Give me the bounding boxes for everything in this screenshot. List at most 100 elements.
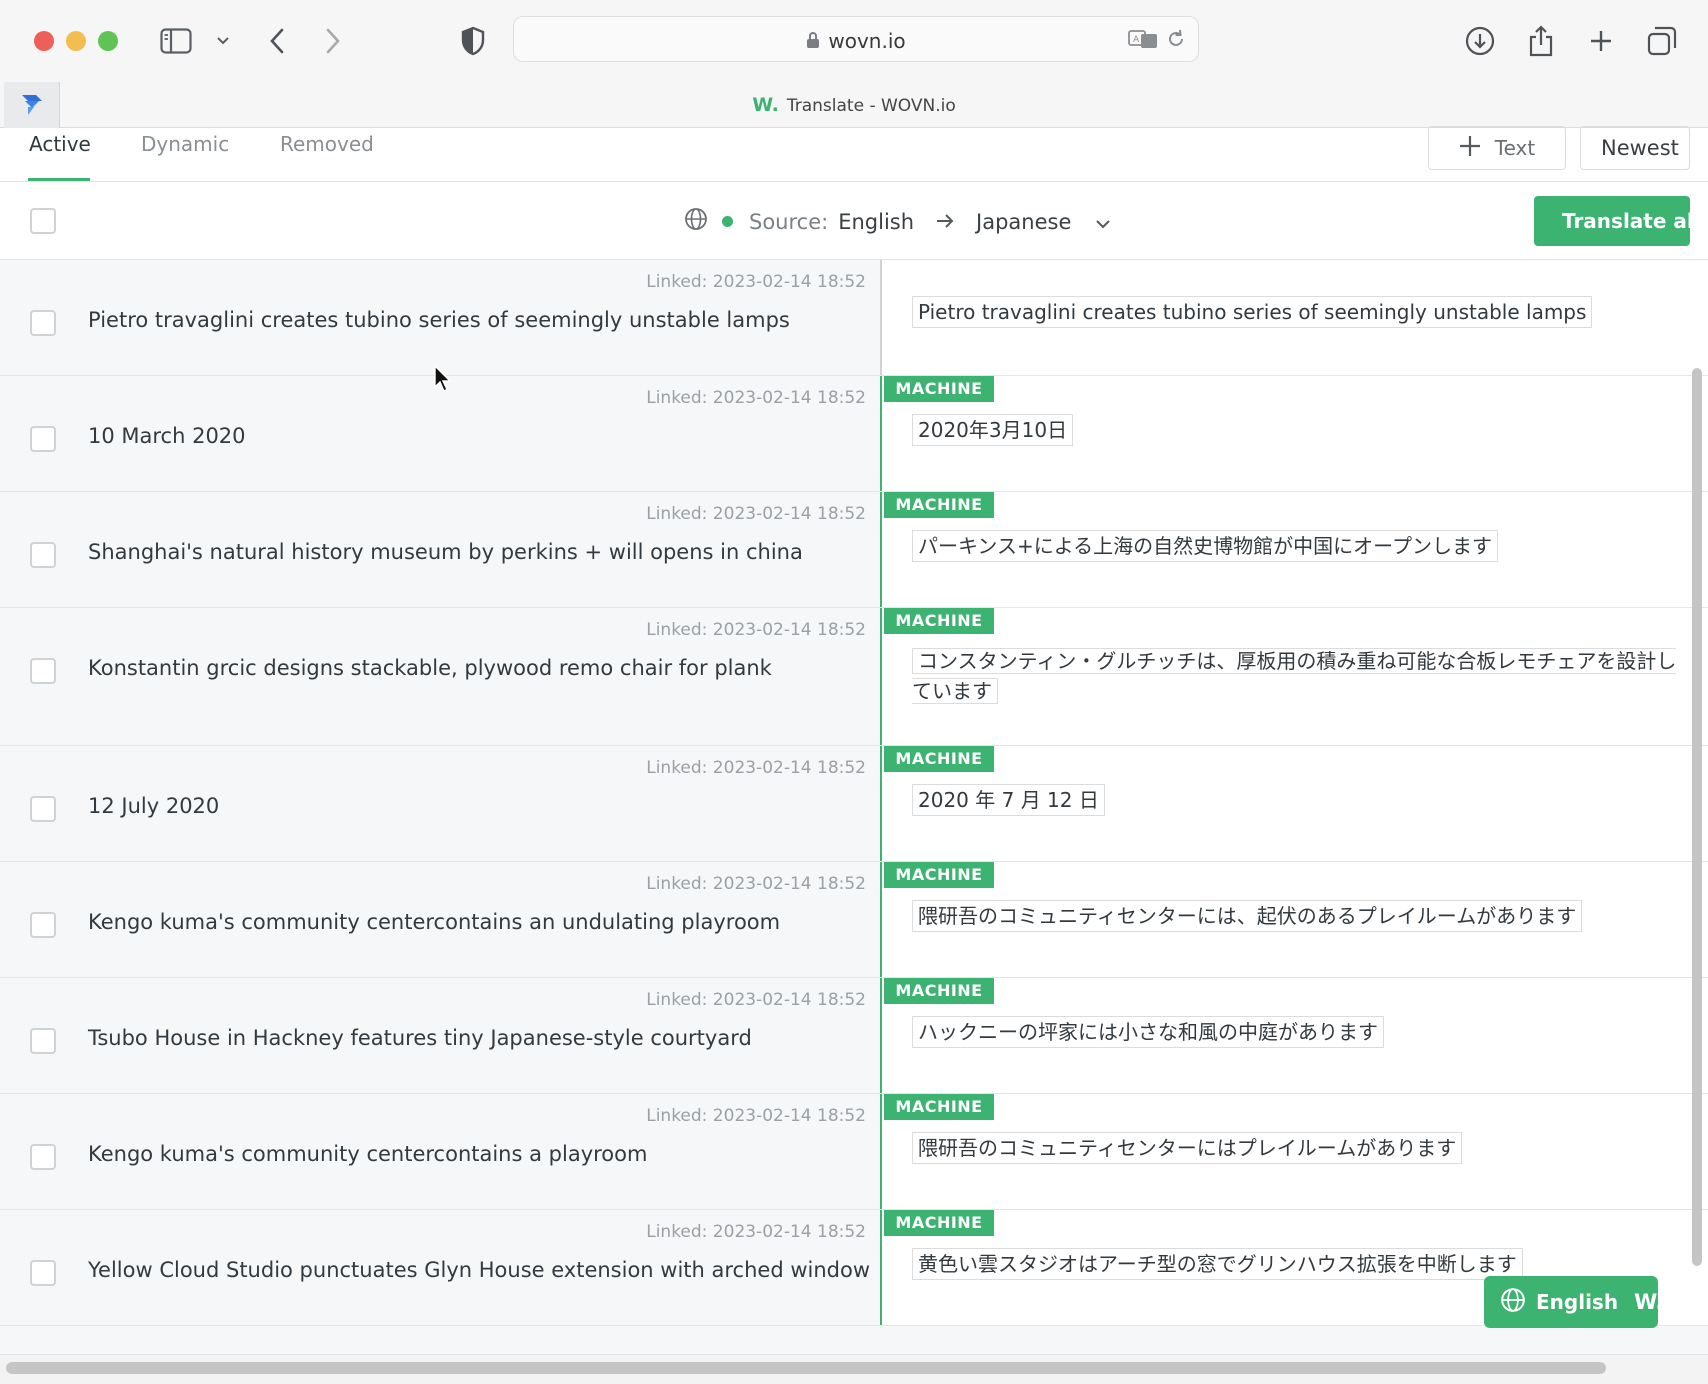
source-cell: Linked: 2023-02-14 18:52 Kengo kuma's co… xyxy=(0,862,882,977)
linked-timestamp: Linked: 2023-02-14 18:52 xyxy=(646,1106,866,1126)
machine-badge: MACHINE xyxy=(884,376,994,402)
translation-cell: MACHINE 隈研吾のコミュニティセンターには、起伏のあるプレイルームがありま… xyxy=(884,862,1690,977)
tab-active[interactable]: Active xyxy=(29,132,91,156)
machine-badge: MACHINE xyxy=(884,862,994,888)
chevron-down-icon xyxy=(1095,210,1111,234)
translation-text[interactable]: 隈研吾のコミュニティセンターには、起伏のあるプレイルームがあります xyxy=(912,900,1583,932)
plus-icon xyxy=(1459,135,1481,162)
active-tab-indicator xyxy=(28,178,90,181)
add-text-button[interactable]: Text xyxy=(1428,126,1566,170)
linked-timestamp: Linked: 2023-02-14 18:52 xyxy=(646,758,866,778)
minimize-window-button[interactable] xyxy=(66,31,86,51)
source-cell: Linked: 2023-02-14 18:52 Konstantin grci… xyxy=(0,608,882,745)
source-text[interactable]: Pietro travaglini creates tubino series … xyxy=(88,308,790,332)
translation-cell: MACHINE 2020 年 7 月 12 日 xyxy=(884,746,1690,861)
translate-all-button[interactable]: Translate all xyxy=(1534,196,1690,246)
forward-icon[interactable] xyxy=(314,22,352,60)
sort-dropdown[interactable]: Newest xyxy=(1580,126,1690,170)
source-cell: Linked: 2023-02-14 18:52 Shanghai's natu… xyxy=(0,492,882,607)
linked-timestamp: Linked: 2023-02-14 18:52 xyxy=(646,874,866,894)
source-text[interactable]: 12 July 2020 xyxy=(88,794,219,818)
translation-cell: MACHINE 2020年3月10日 xyxy=(884,376,1690,491)
linked-timestamp: Linked: 2023-02-14 18:52 xyxy=(646,272,866,292)
mouse-cursor-icon xyxy=(434,364,452,397)
chevron-down-icon[interactable] xyxy=(204,22,242,60)
translation-text[interactable]: ハックニーの坪家には小さな和風の中庭があります xyxy=(912,1016,1384,1048)
source-text[interactable]: Kengo kuma's community centercontains a … xyxy=(88,1142,647,1166)
machine-badge: MACHINE xyxy=(884,492,994,518)
translation-cell: MACHINE 隈研吾のコミュニティセンターにはプレイルームがあります xyxy=(884,1094,1690,1209)
machine-badge: MACHINE xyxy=(884,608,994,634)
table-row: Linked: 2023-02-14 18:52 Tsubo House in … xyxy=(0,978,1708,1094)
translation-cell: MACHINE コンスタンティン・グルチッチは、厚板用の積み重ね可能な合板レモチ… xyxy=(884,608,1690,745)
table-row: Linked: 2023-02-14 18:52 Konstantin grci… xyxy=(0,608,1708,746)
active-tab-title[interactable]: W. Translate - WOVN.io xyxy=(0,94,1708,116)
translation-cell: MACHINE ハックニーの坪家には小さな和風の中庭があります xyxy=(884,978,1690,1093)
source-cell: Linked: 2023-02-14 18:52 Tsubo House in … xyxy=(0,978,882,1093)
row-checkbox[interactable] xyxy=(30,796,56,822)
translation-cell: MACHINE パーキンス+による上海の自然史博物館が中国にオープンします xyxy=(884,492,1690,607)
horizontal-scrollbar[interactable] xyxy=(6,1362,1606,1374)
source-cell: Linked: 2023-02-14 18:52 12 July 2020 xyxy=(0,746,882,861)
browser-toolbar: wovn.io A xyxy=(0,0,1708,80)
translation-text[interactable]: コンスタンティン・グルチッチは、厚板用の積み重ね可能な合板レモチェアを設計してい… xyxy=(912,646,1690,706)
wovn-logo: W. xyxy=(1634,1290,1664,1314)
table-row: Linked: 2023-02-14 18:52 Kengo kuma's co… xyxy=(0,1094,1708,1210)
translate-page-icon[interactable]: A xyxy=(1128,29,1160,53)
share-icon[interactable] xyxy=(1522,22,1560,60)
zoom-window-button[interactable] xyxy=(98,31,118,51)
list-footer xyxy=(0,1326,1708,1354)
language-switcher-widget[interactable]: English W. xyxy=(1484,1276,1664,1328)
row-checkbox[interactable] xyxy=(30,542,56,568)
tab-overview-icon[interactable] xyxy=(1643,22,1681,60)
source-text[interactable]: Konstantin grcic designs stackable, plyw… xyxy=(88,656,772,680)
table-row: Linked: 2023-02-14 18:52 Shanghai's natu… xyxy=(0,492,1708,608)
address-bar[interactable]: wovn.io A xyxy=(513,16,1199,62)
translation-text[interactable]: 2020 年 7 月 12 日 xyxy=(912,784,1105,816)
translation-text[interactable]: Pietro travaglini creates tubino series … xyxy=(912,296,1593,328)
machine-badge: MACHINE xyxy=(884,978,994,1004)
source-text[interactable]: 10 March 2020 xyxy=(88,424,246,448)
back-icon[interactable] xyxy=(258,22,296,60)
widget-language-label: English xyxy=(1536,1290,1619,1314)
row-checkbox[interactable] xyxy=(30,310,56,336)
vertical-scrollbar[interactable] xyxy=(1692,368,1702,1266)
privacy-shield-icon[interactable] xyxy=(454,22,492,60)
arrow-right-icon xyxy=(936,210,954,234)
source-text[interactable]: Yellow Cloud Studio punctuates Glyn Hous… xyxy=(88,1258,870,1282)
url-text: wovn.io xyxy=(828,29,906,53)
row-checkbox[interactable] xyxy=(30,1260,56,1286)
translation-text[interactable]: 2020年3月10日 xyxy=(912,414,1074,446)
table-row: Linked: 2023-02-14 18:52 Kengo kuma's co… xyxy=(0,862,1708,978)
tab-removed[interactable]: Removed xyxy=(280,132,374,156)
source-cell: Linked: 2023-02-14 18:52 Pietro travagli… xyxy=(0,260,882,375)
sidebar-toggle-icon[interactable] xyxy=(157,22,195,60)
new-tab-icon[interactable] xyxy=(1582,22,1620,60)
downloads-icon[interactable] xyxy=(1461,22,1499,60)
row-checkbox[interactable] xyxy=(30,912,56,938)
table-row: Linked: 2023-02-14 18:52 10 March 2020 M… xyxy=(0,376,1708,492)
translation-text[interactable]: 隈研吾のコミュニティセンターにはプレイルームがあります xyxy=(912,1132,1463,1164)
globe-icon xyxy=(1500,1287,1526,1318)
linked-timestamp: Linked: 2023-02-14 18:52 xyxy=(646,990,866,1010)
translation-text[interactable]: パーキンス+による上海の自然史博物館が中国にオープンします xyxy=(912,530,1498,562)
reload-icon[interactable] xyxy=(1166,29,1186,53)
row-checkbox[interactable] xyxy=(30,1028,56,1054)
machine-badge: MACHINE xyxy=(884,1210,994,1236)
close-window-button[interactable] xyxy=(34,31,54,51)
row-checkbox[interactable] xyxy=(30,658,56,684)
source-cell: Linked: 2023-02-14 18:52 Yellow Cloud St… xyxy=(0,1210,882,1325)
source-text[interactable]: Tsubo House in Hackney features tiny Jap… xyxy=(88,1026,752,1050)
row-checkbox[interactable] xyxy=(30,1144,56,1170)
language-selector[interactable]: Source: English Japanese xyxy=(684,207,1111,236)
row-checkbox[interactable] xyxy=(30,426,56,452)
translation-text[interactable]: 黄色い雲スタジオはアーチ型の窓でグリンハウス拡張を中断します xyxy=(912,1248,1523,1280)
source-language: English xyxy=(838,209,915,234)
select-all-checkbox[interactable] xyxy=(30,208,56,234)
target-language: Japanese xyxy=(976,209,1072,234)
wovn-logo: W. xyxy=(752,94,779,116)
source-text[interactable]: Shanghai's natural history museum by per… xyxy=(88,540,803,564)
tab-dynamic[interactable]: Dynamic xyxy=(141,132,229,156)
source-text[interactable]: Kengo kuma's community centercontains an… xyxy=(88,910,780,934)
source-status-dot xyxy=(722,216,733,227)
